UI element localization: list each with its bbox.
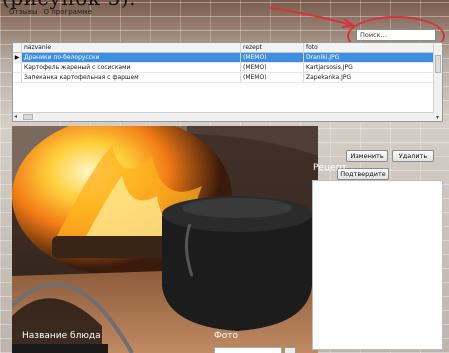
cell-name[interactable]: Картофель жареный с сосисками [22,63,241,72]
horizontal-scrollbar[interactable]: ◂ [13,112,434,121]
cell-foto[interactable]: Draniki.JPG [304,53,434,62]
search-input[interactable]: Поиск... [356,29,436,41]
recept-textarea[interactable] [312,180,443,350]
delete-button[interactable]: Удалить [392,150,434,162]
app-window: Отзывы О программе Поиск... nazvanie rez… [6,6,445,353]
cell-recept[interactable]: (MEMO) [241,53,304,62]
dish-name-input[interactable] [12,344,108,353]
menu-item-reviews[interactable]: Отзывы [9,8,38,16]
cell-recept[interactable]: (MEMO) [241,63,304,72]
header-indicator [13,43,22,52]
recipes-table[interactable]: nazvanie rezept foto ▶ Драники по-белору… [12,42,443,122]
cell-name[interactable]: Запеканка картофельная с фаршем [22,73,241,82]
cell-foto[interactable]: Zapekanka.JPG [304,73,434,82]
menu-bar: Отзывы О программе [6,6,443,18]
foto-input[interactable] [214,347,282,353]
chevron-down-icon[interactable]: ▾ [436,114,439,121]
table-row[interactable]: ▶ Драники по-белорусски (MEMO) Draniki.J… [13,53,442,63]
table-row[interactable]: Картофель жареный с сосисками (MEMO) Kar… [13,63,442,73]
browse-button[interactable]: … [284,347,296,353]
foto-label: Фото [214,331,239,341]
cell-name[interactable]: Драники по-белорусски [22,53,241,62]
cell-foto[interactable]: Kartjarsosis.JPG [304,63,434,72]
table-row[interactable]: Запеканка картофельная с фаршем (MEMO) Z… [13,73,442,83]
vertical-scrollbar[interactable]: ▾ [433,43,442,121]
recept-label: Рецепт [313,163,347,173]
column-header-foto[interactable]: foto [304,43,434,52]
oven-pot-image [12,126,318,353]
edit-button[interactable]: Изменить [346,150,388,162]
row-indicator [13,63,22,72]
row-indicator [13,73,22,82]
column-header-name[interactable]: nazvanie [22,43,241,52]
dish-name-label: Название блюда [22,331,101,341]
table-header: nazvanie rezept foto [13,43,442,53]
chevron-left-icon[interactable]: ◂ [14,113,17,120]
menu-item-about[interactable]: О программе [44,8,92,16]
column-header-recept[interactable]: rezept [241,43,304,52]
scrollbar-thumb[interactable] [23,114,33,120]
cell-recept[interactable]: (MEMO) [241,73,304,82]
scrollbar-thumb[interactable] [435,55,441,73]
triangle-right-icon: ▶ [13,53,22,62]
dish-photo [12,126,318,353]
